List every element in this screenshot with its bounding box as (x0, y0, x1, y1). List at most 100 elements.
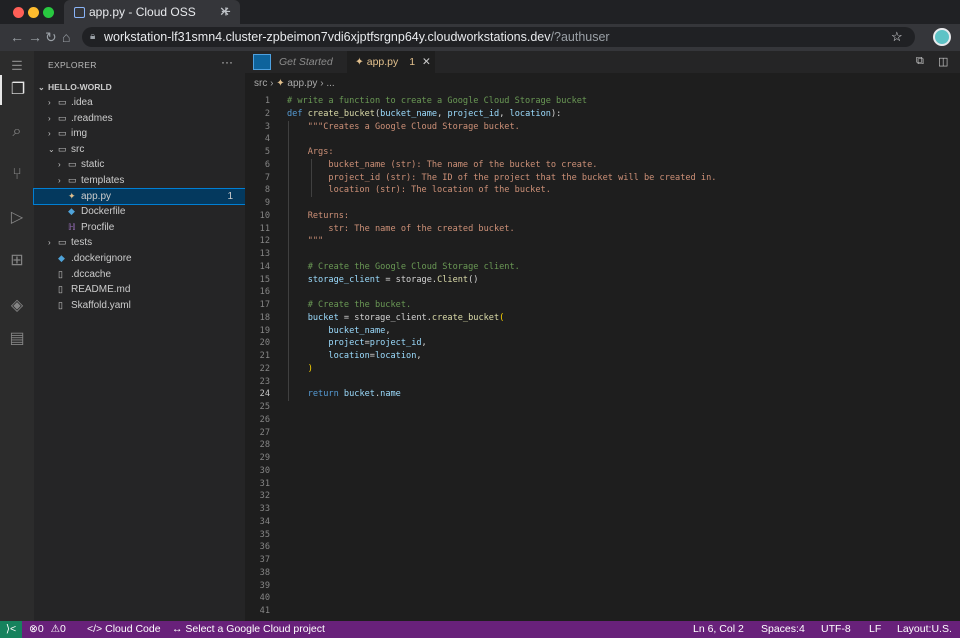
file-tree-item[interactable]: ◆ .dockerignore (34, 251, 245, 266)
code-line[interactable]: project_id (str): The ID of the project … (287, 172, 716, 185)
code-line[interactable]: def create_bucket(bucket_name, project_i… (287, 108, 561, 121)
code-line[interactable]: # Create the Google Cloud Storage client… (287, 261, 520, 274)
code-token: bucket_name (str): The name of the bucke… (287, 159, 598, 170)
file-tree-item-label: templates (81, 175, 125, 186)
code-line[interactable]: Args: (287, 146, 334, 159)
tab-app-py[interactable]: ✦ app.py 1 ✕ (347, 51, 435, 73)
file-tree-item[interactable]: ◆ Dockerfile (34, 204, 245, 219)
code-token: # Create the Google Cloud Storage client… (287, 261, 520, 272)
breadcrumb-folder[interactable]: src (254, 78, 267, 89)
line-number: 12 (259, 236, 270, 247)
file-tree-item-label: src (71, 143, 85, 155)
file-tree-item[interactable]: › ▭ templates (34, 173, 245, 188)
file-tree-item[interactable]: ℍ Procfile (34, 220, 245, 235)
code-token: name (380, 389, 401, 400)
code-line[interactable]: storage_client = storage.Client() (287, 274, 479, 287)
code-line[interactable]: bucket_name (str): The name of the bucke… (287, 159, 597, 172)
code-line[interactable]: # Create the bucket. (287, 299, 412, 312)
code-line[interactable]: location (str): The location of the buck… (287, 184, 550, 197)
file-tree-item[interactable]: ▯ .dccache (34, 267, 245, 282)
forward-arrow-icon[interactable]: → (28, 27, 42, 47)
line-number: 22 (259, 363, 270, 374)
line-number: 33 (259, 504, 270, 514)
minimize-window-button[interactable] (28, 7, 39, 18)
folder-icon: ▭ (58, 237, 67, 248)
warning-count: 0 (60, 623, 66, 635)
problems-indicator[interactable]: ⊗0 ⚠0 (29, 621, 66, 638)
line-number: 19 (259, 325, 270, 336)
browser-tab[interactable]: app.py - Cloud OSS ✕ (64, 0, 240, 24)
file-tree-item[interactable]: ▯ Skaffold.yaml (34, 298, 245, 313)
file-tree-item[interactable]: ✦ app.py 1 (33, 187, 246, 205)
code-token: () (468, 274, 479, 285)
project-selector-label: Select a Google Cloud project (185, 623, 325, 635)
search-icon[interactable]: ⌕ (0, 117, 34, 147)
chat-icon[interactable]: ▤ (0, 324, 34, 354)
remote-indicator[interactable]: ⟩< (0, 621, 22, 638)
source-control-icon[interactable]: ⑂ (0, 160, 34, 190)
file-tree-item[interactable]: › ▭ .readmes (34, 111, 245, 126)
encoding-setting[interactable]: UTF-8 (821, 621, 851, 638)
run-debug-icon[interactable]: ▷ (0, 203, 34, 233)
file-tree-item[interactable]: › ▭ .idea (34, 95, 245, 110)
new-tab-button[interactable]: + (221, 0, 231, 24)
code-line[interactable]: # write a function to create a Google Cl… (287, 95, 587, 108)
breadcrumb-more[interactable]: ... (326, 78, 334, 89)
file-tree-item[interactable]: › ▭ img (34, 126, 245, 141)
code-token: # Create the bucket. (287, 300, 412, 310)
profile-avatar[interactable] (933, 28, 951, 46)
bookmark-star-icon[interactable]: ☆ (891, 27, 903, 47)
code-token: str: The name of the created bucket. (287, 223, 515, 234)
code-line[interactable]: str: The name of the created bucket. (287, 223, 515, 236)
code-line[interactable]: bucket_name, (287, 325, 390, 338)
project-selector[interactable]: ↔ Select a Google Cloud project (172, 621, 325, 638)
cloud-code-status[interactable]: </> Cloud Code (87, 621, 161, 638)
maximize-window-button[interactable] (43, 7, 54, 18)
file-tree-item[interactable]: ▯ README.md (34, 282, 245, 297)
close-window-button[interactable] (13, 7, 24, 18)
address-bar[interactable]: 🔒︎ workstation-lf31smn4.cluster-zpbeimon… (82, 27, 915, 47)
code-line[interactable]: Returns: (287, 210, 349, 223)
tab-get-started[interactable]: Get Started (245, 51, 347, 73)
code-line[interactable]: project=project_id, (287, 337, 426, 350)
code-token: location (374, 351, 417, 361)
code-line[interactable]: """ (287, 235, 324, 248)
indentation-setting[interactable]: Spaces:4 (761, 621, 805, 638)
code-token: = storage. (380, 274, 438, 285)
docker-icon: ◆ (58, 253, 65, 263)
cloud-code-icon[interactable]: ◈ (0, 291, 34, 321)
explorer-files-icon[interactable]: ❐ (0, 75, 34, 105)
line-number: 27 (259, 427, 270, 438)
code-line[interactable]: location=location, (287, 350, 421, 363)
code-token: bucket_name (380, 108, 438, 119)
line-number: 13 (259, 249, 270, 259)
file-tree-item-label: .idea (71, 97, 93, 108)
eol-setting[interactable]: LF (869, 621, 881, 638)
close-tab-icon[interactable]: ✕ (422, 56, 431, 68)
code-line[interactable]: ) (287, 363, 313, 376)
code-token: storage_client (287, 274, 381, 285)
file-tree-item[interactable]: › ▭ tests (34, 235, 245, 250)
cursor-position[interactable]: Ln 6, Col 2 (693, 621, 744, 638)
code-line[interactable]: """Creates a Google Cloud Storage bucket… (287, 121, 520, 134)
explorer-more-actions-icon[interactable]: ··· (221, 55, 233, 69)
back-arrow-icon[interactable]: ← (10, 27, 24, 47)
keyboard-layout[interactable]: Layout:U.S. (897, 621, 952, 638)
file-tree-item-label: README.md (71, 284, 131, 296)
chevron-right-icon: › (48, 238, 51, 248)
home-icon[interactable]: ⌂ (62, 27, 70, 47)
extensions-icon[interactable]: ⊞ (0, 246, 34, 276)
workspace-root[interactable]: ⌄ HELLO-WORLD (34, 80, 245, 95)
code-line[interactable]: bucket = storage_client.create_bucket( (287, 312, 505, 325)
reload-icon[interactable]: ↻ (45, 27, 57, 47)
breadcrumb-file[interactable]: app.py (287, 78, 317, 89)
code-line[interactable]: return bucket.name (287, 388, 401, 401)
python-file-icon: ✦ (355, 56, 364, 68)
editor-tabs-bar: Get Started ✦ app.py 1 ✕ ⧉ ◫ (245, 51, 960, 73)
error-count: 0 (37, 623, 44, 635)
open-preview-icon[interactable]: ⧉ (916, 55, 924, 68)
split-editor-icon[interactable]: ◫ (938, 55, 948, 68)
file-tree-item[interactable]: › ▭ static (34, 157, 245, 172)
line-number: 20 (259, 338, 270, 349)
file-tree-item[interactable]: ⌄ ▭ src (34, 142, 245, 157)
